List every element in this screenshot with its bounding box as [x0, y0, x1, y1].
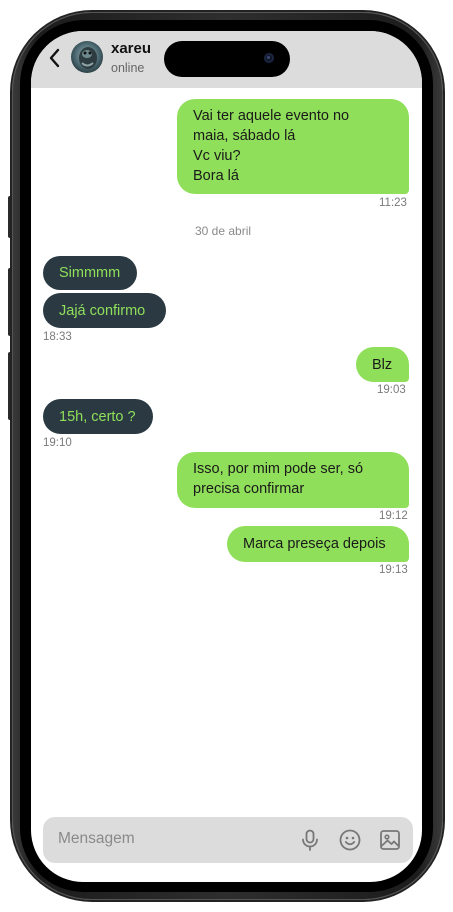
back-button[interactable] [48, 48, 62, 68]
chat-screen: xareu online Vai ter aquele evento no ma… [31, 31, 422, 882]
emoji-icon[interactable] [338, 828, 362, 852]
message-received[interactable]: Simmmm [43, 256, 137, 290]
message-time: 11:23 [379, 197, 407, 209]
message-line: maia, sábado lá [193, 128, 296, 144]
message-sent[interactable]: Blz [356, 347, 409, 382]
microphone-icon[interactable] [298, 828, 322, 852]
message-text: Jajá confirmo [59, 302, 146, 319]
message-sent[interactable]: Marca preseça depois [227, 526, 409, 562]
message-time: 19:13 [379, 564, 408, 576]
message-time: 19:10 [43, 437, 72, 449]
message-text: 15h, certo ? [59, 408, 136, 425]
date-separator: 30 de abril [195, 224, 252, 238]
message-line: precisa confirmar [193, 481, 305, 497]
avatar[interactable] [71, 41, 103, 73]
chevron-left-icon [49, 48, 60, 68]
contact-name: xareu [111, 40, 152, 57]
contact-status: online [111, 61, 145, 75]
message-input[interactable]: Mensagem [58, 830, 135, 848]
message-text: Marca preseça depois [243, 536, 386, 552]
message-received[interactable]: Jajá confirmo [43, 293, 166, 328]
message-time: 19:12 [379, 510, 408, 522]
message-line: Isso, por mim pode ser, só [193, 461, 364, 477]
message-sent[interactable]: Isso, por mim pode ser, só precisa confi… [177, 452, 409, 508]
message-text: Simmmm [59, 265, 121, 281]
message-text: Blz [372, 356, 393, 373]
message-time: 18:33 [43, 331, 72, 343]
image-icon[interactable] [378, 828, 402, 852]
chat-header: xareu online [31, 31, 422, 88]
message-sent[interactable]: Vai ter aquele evento no maia, sábado lá… [177, 99, 409, 194]
message-input-bar: Mensagem [43, 817, 413, 863]
message-time: 19:03 [377, 384, 406, 396]
contact-photo [71, 41, 103, 73]
camera-icon [264, 53, 274, 63]
message-line: Vai ter aquele evento no [193, 108, 350, 124]
message-received[interactable]: 15h, certo ? [43, 399, 153, 434]
message-line: Vc viu? [193, 148, 241, 164]
message-line: Bora lá [193, 168, 239, 184]
